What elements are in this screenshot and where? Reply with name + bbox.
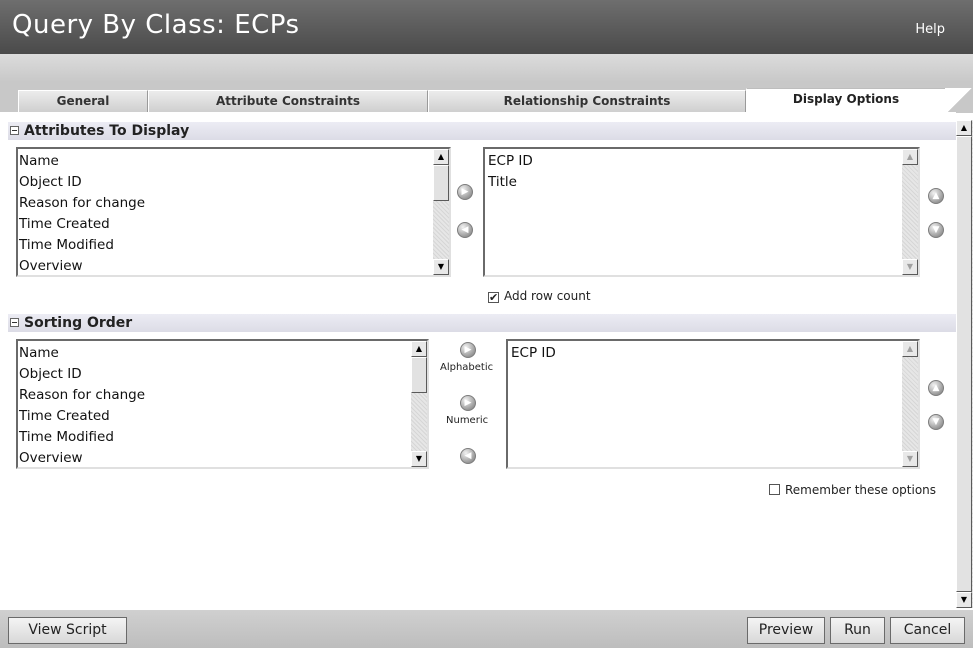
list-item[interactable]: Name [19, 151, 145, 172]
scroll-up-arrow-icon[interactable]: ▲ [956, 120, 972, 136]
cancel-button[interactable]: Cancel [890, 617, 965, 644]
title-subband [0, 54, 973, 82]
add-row-count-option[interactable]: ✔ Add row count [488, 289, 591, 303]
display-options-panel: Attributes To Display Name Object ID Rea… [0, 112, 956, 610]
list-item[interactable]: Title [488, 172, 533, 193]
scroll-down-arrow-icon[interactable]: ▼ [956, 592, 972, 608]
list-item[interactable]: Name [19, 343, 145, 364]
list-item[interactable]: Time Created [19, 406, 145, 427]
list-item[interactable]: Reason for change [19, 193, 145, 214]
numeric-label: Numeric [446, 415, 489, 426]
list-item[interactable]: ECP ID [511, 343, 556, 364]
list-item[interactable]: ECP ID [488, 151, 533, 172]
scroll-up-arrow-icon[interactable]: ▲ [411, 341, 427, 357]
scrollbar[interactable]: ▲ ▼ [411, 341, 427, 467]
remove-sort-button[interactable]: ◀ [460, 448, 476, 464]
scrollbar[interactable]: ▲ ▼ [433, 149, 449, 275]
list-item[interactable]: Overview [19, 256, 145, 275]
window-title: Query By Class: ECPs [12, 10, 300, 40]
sort-selected-list[interactable]: ECP ID ▲ ▼ [506, 339, 920, 469]
move-attribute-up-button[interactable]: ▲ [928, 188, 944, 204]
list-item[interactable]: Time Created [19, 214, 145, 235]
tab-relationship-constraints[interactable]: Relationship Constraints [428, 90, 746, 112]
remember-options-label: Remember these options [785, 483, 937, 497]
tab-strip: General Attribute Constraints Relationsh… [0, 82, 973, 113]
page-scrollbar[interactable]: ▲ ▼ [956, 120, 973, 608]
list-item[interactable]: Reason for change [19, 385, 145, 406]
add-row-count-checkbox[interactable]: ✔ [488, 292, 499, 303]
scroll-thumb[interactable] [956, 136, 972, 592]
list-item[interactable]: Overview [19, 448, 145, 467]
selected-attributes-list[interactable]: ECP ID Title ▲ ▼ [483, 147, 920, 277]
add-alphabetic-sort-button[interactable]: ▶ [460, 342, 476, 358]
scroll-up-arrow-icon[interactable]: ▲ [902, 149, 918, 165]
scroll-down-arrow-icon[interactable]: ▼ [411, 451, 427, 467]
preview-button[interactable]: Preview [747, 617, 825, 644]
scroll-up-arrow-icon[interactable]: ▲ [902, 341, 918, 357]
scrollbar[interactable]: ▲ ▼ [902, 149, 918, 275]
run-button[interactable]: Run [830, 617, 885, 644]
list-item[interactable]: Object ID [19, 172, 145, 193]
list-item[interactable]: Object ID [19, 364, 145, 385]
tab-corner [945, 88, 973, 113]
list-item[interactable]: Time Modified [19, 427, 145, 448]
scroll-down-arrow-icon[interactable]: ▼ [433, 259, 449, 275]
alphabetic-label: Alphabetic [440, 362, 494, 373]
remove-attribute-button[interactable]: ◀ [457, 222, 473, 238]
title-bar: Query By Class: ECPs Help [0, 0, 973, 54]
list-item[interactable]: Time Modified [19, 235, 145, 256]
remember-options-checkbox[interactable] [769, 484, 780, 495]
sorting-section-title: Sorting Order [24, 315, 133, 331]
scroll-thumb[interactable] [433, 165, 449, 201]
scroll-up-arrow-icon[interactable]: ▲ [433, 149, 449, 165]
add-numeric-sort-button[interactable]: ▶ [460, 395, 476, 411]
move-sort-down-button[interactable]: ▼ [928, 414, 944, 430]
scroll-down-arrow-icon[interactable]: ▼ [902, 451, 918, 467]
collapse-icon[interactable] [10, 318, 19, 327]
tab-display-options[interactable]: Display Options [746, 88, 946, 113]
collapse-icon[interactable] [10, 126, 19, 135]
attributes-section-header[interactable]: Attributes To Display [8, 122, 956, 140]
scroll-thumb[interactable] [411, 357, 427, 393]
view-script-button[interactable]: View Script [8, 617, 127, 644]
tab-attribute-constraints[interactable]: Attribute Constraints [148, 90, 428, 112]
move-attribute-down-button[interactable]: ▼ [928, 222, 944, 238]
attributes-section-title: Attributes To Display [24, 123, 190, 139]
tab-general[interactable]: General [18, 90, 148, 112]
remember-options-option[interactable]: Remember these options [769, 483, 936, 497]
scroll-down-arrow-icon[interactable]: ▼ [902, 259, 918, 275]
help-link[interactable]: Help [915, 22, 945, 37]
add-row-count-label: Add row count [504, 289, 591, 303]
sort-available-attributes-list[interactable]: Name Object ID Reason for change Time Cr… [16, 339, 429, 469]
sorting-section-header[interactable]: Sorting Order [8, 314, 956, 332]
available-attributes-list[interactable]: Name Object ID Reason for change Time Cr… [16, 147, 451, 277]
footer-bar: View Script Preview Run Cancel [0, 610, 973, 648]
scrollbar[interactable]: ▲ ▼ [902, 341, 918, 467]
add-attribute-button[interactable]: ▶ [457, 184, 473, 200]
move-sort-up-button[interactable]: ▲ [928, 380, 944, 396]
